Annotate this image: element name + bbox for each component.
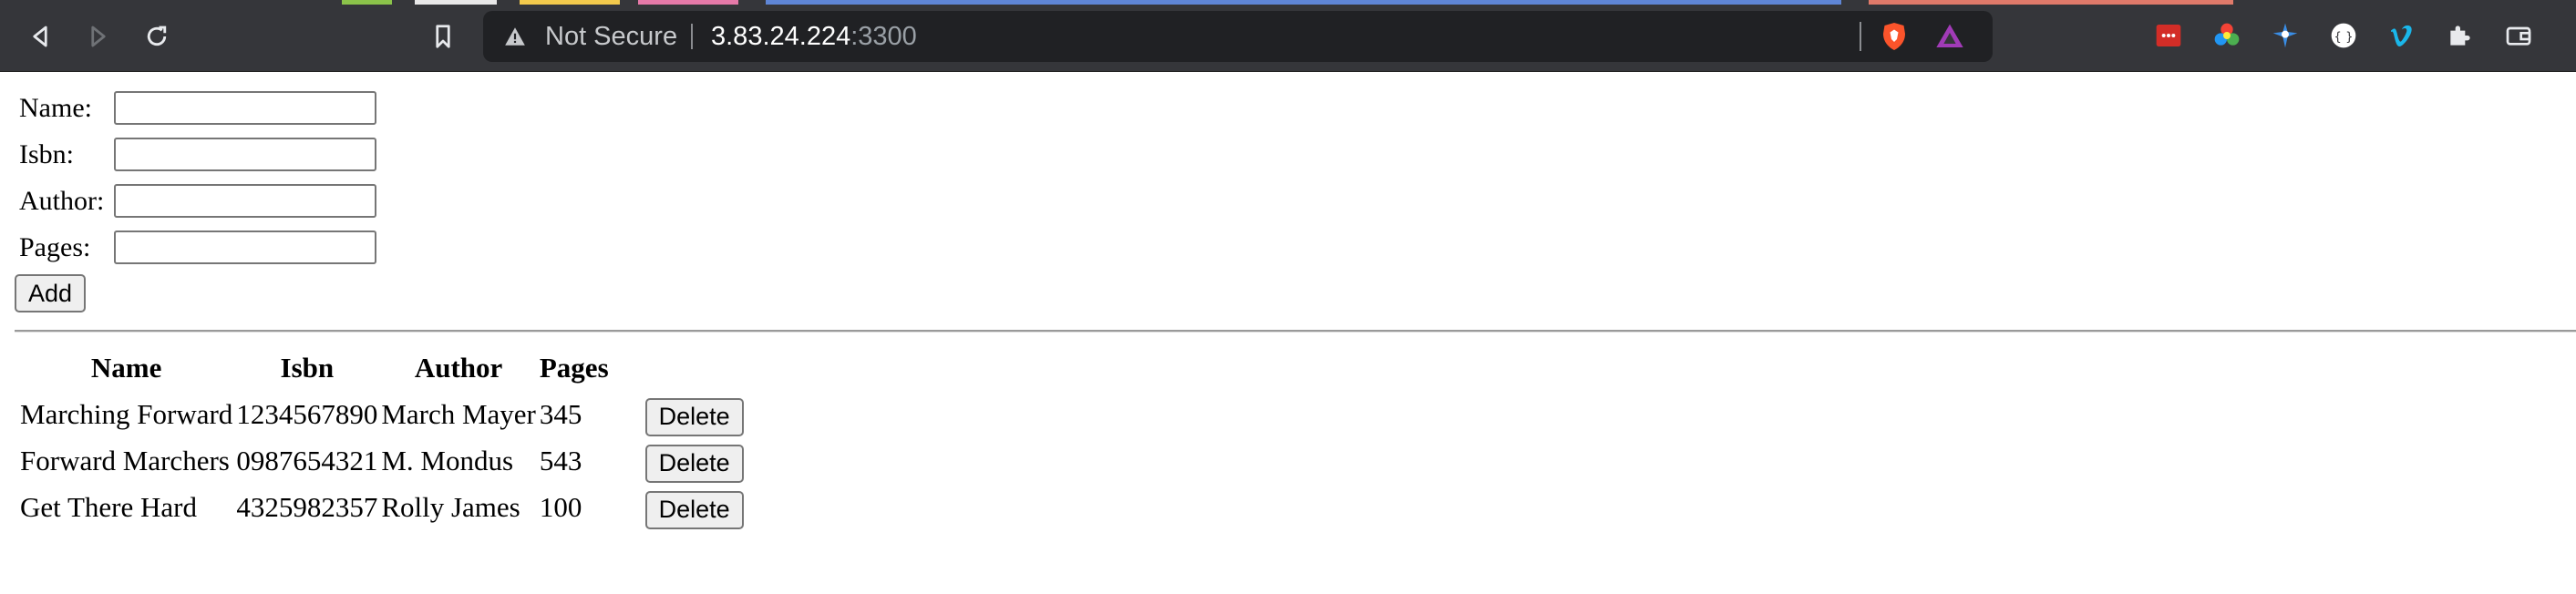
form-row-isbn: Isbn:	[19, 131, 377, 178]
delete-button[interactable]: Delete	[644, 490, 744, 529]
book-name: Marching Forward	[20, 398, 233, 430]
page-content: Name: Isbn: Author: Pages: Add Name Isbn…	[0, 72, 2576, 594]
book-isbn: 0987654321	[236, 445, 378, 476]
extensions-puzzle-icon	[2450, 26, 2470, 46]
forward-button[interactable]	[80, 18, 117, 55]
header-pages: Pages	[539, 352, 609, 384]
tab-strip[interactable]	[0, 0, 2576, 5]
extensions-button[interactable]	[2445, 20, 2476, 51]
add-button[interactable]: Add	[15, 274, 86, 312]
back-icon	[33, 26, 47, 47]
browser-toolbar: Not Secure 3.83.24.224:3300 { }	[0, 0, 2576, 72]
color-wheel-button[interactable]	[2211, 20, 2242, 51]
wallet-icon	[2506, 26, 2531, 46]
book-pages: 543	[539, 445, 582, 476]
author-label: Author:	[19, 186, 105, 216]
pages-input[interactable]	[114, 230, 377, 264]
table-row: Forward Marchers 0987654321 M. Mondus 54…	[20, 437, 744, 484]
header-name: Name	[90, 352, 162, 384]
book-name: Forward Marchers	[20, 445, 230, 476]
pages-label: Pages:	[19, 232, 91, 262]
form-row-pages: Pages:	[19, 224, 377, 271]
table-header-row: Name Isbn Author Pages	[20, 345, 744, 391]
brave-shield-icon[interactable]	[1878, 20, 1911, 53]
book-author: M. Mondus	[381, 445, 514, 476]
table-row: Marching Forward 1234567890 March Mayer …	[20, 391, 744, 437]
wallet-button[interactable]	[2503, 20, 2534, 51]
bookmark-button[interactable]	[425, 18, 461, 55]
url-host: 3.83.24.224	[711, 22, 851, 51]
warning-icon	[505, 27, 525, 46]
book-form: Name: Isbn: Author: Pages:	[15, 85, 381, 271]
isbn-input[interactable]	[114, 138, 377, 171]
author-input[interactable]	[114, 184, 377, 218]
forward-icon	[91, 26, 106, 47]
vimeo-icon	[2391, 25, 2412, 46]
bookmark-icon	[436, 25, 450, 48]
book-pages: 345	[539, 398, 582, 430]
reload-icon	[147, 26, 167, 46]
header-actions	[613, 345, 744, 391]
book-pages: 100	[539, 491, 582, 523]
address-bar[interactable]: Not Secure 3.83.24.224:3300	[483, 11, 1993, 62]
lastpass-button[interactable]	[2153, 20, 2184, 51]
books-table: Name Isbn Author Pages Marching Forward …	[16, 345, 747, 530]
book-author: Rolly James	[381, 491, 520, 523]
back-button[interactable]	[22, 18, 58, 55]
book-author: March Mayer	[381, 398, 536, 430]
reload-button[interactable]	[139, 18, 175, 55]
table-row: Get There Hard 4325982357 Rolly James 10…	[20, 484, 744, 530]
form-row-author: Author:	[19, 178, 377, 224]
isbn-label: Isbn:	[19, 139, 74, 169]
extension-blue-icon	[2272, 23, 2298, 48]
omnibox-separator-right	[1860, 22, 1861, 51]
url-text[interactable]: 3.83.24.224:3300	[711, 22, 917, 51]
omnibox-separator	[691, 24, 693, 49]
extension-circle-icon: { }	[2331, 23, 2356, 48]
lastpass-icon	[2156, 25, 2181, 46]
name-label: Name:	[19, 93, 92, 123]
security-status[interactable]: Not Secure	[545, 22, 677, 51]
book-isbn: 1234567890	[236, 398, 378, 430]
form-row-name: Name:	[19, 85, 377, 131]
delete-button[interactable]: Delete	[644, 444, 744, 483]
header-isbn: Isbn	[280, 352, 335, 384]
header-author: Author	[414, 352, 503, 384]
color-wheel-icon	[2214, 23, 2240, 46]
svg-text:{ }: { }	[2334, 30, 2353, 44]
name-input[interactable]	[114, 91, 377, 125]
book-isbn: 4325982357	[236, 491, 378, 523]
extension-blue-button[interactable]	[2270, 20, 2301, 51]
vimeo-button[interactable]	[2386, 20, 2417, 51]
extension-circle-button[interactable]: { }	[2328, 20, 2359, 51]
horizontal-rule	[15, 330, 2576, 333]
url-port: :3300	[850, 22, 917, 51]
delete-button[interactable]: Delete	[644, 397, 744, 436]
brave-rewards-icon[interactable]	[1934, 22, 1965, 51]
book-name: Get There Hard	[20, 491, 197, 523]
